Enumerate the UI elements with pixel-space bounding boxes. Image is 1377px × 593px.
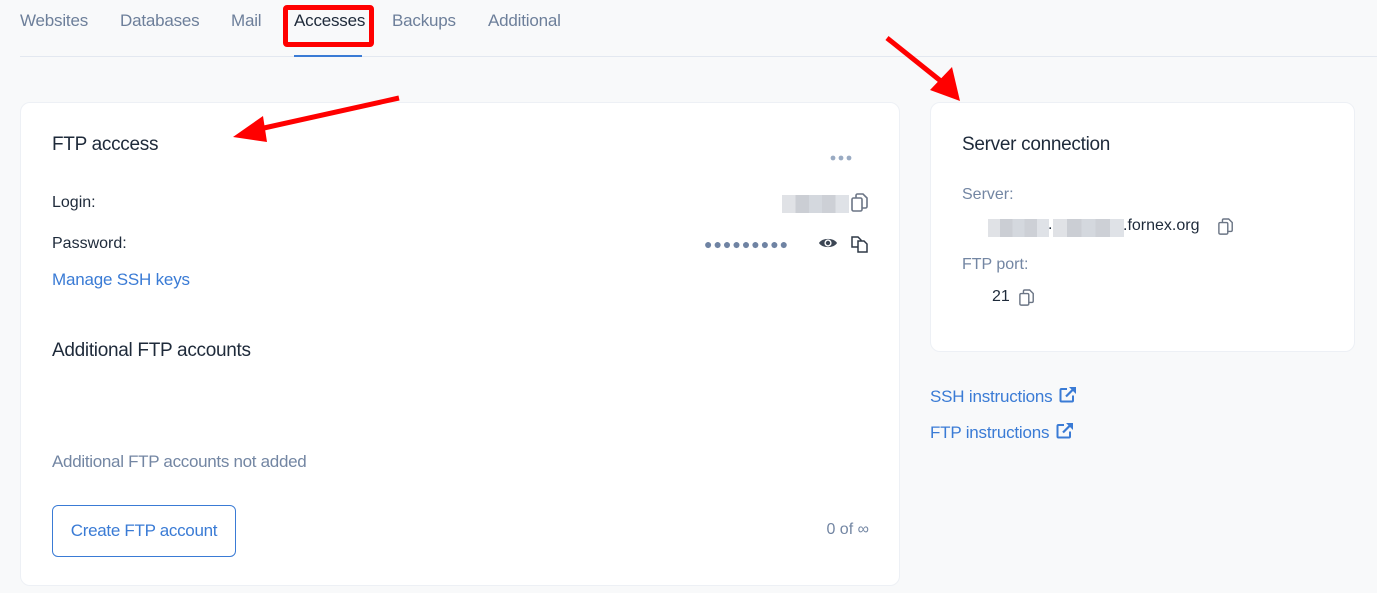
ssh-instructions-label: SSH instructions xyxy=(930,387,1053,406)
ftp-access-title: FTP acccess xyxy=(52,134,159,155)
copy-icon[interactable] xyxy=(851,193,869,218)
accounts-counter: 0 of ∞ xyxy=(826,521,869,538)
tab-backups[interactable]: Backups xyxy=(392,10,456,32)
annotation-highlight-box xyxy=(283,5,374,47)
server-separator: . xyxy=(1048,216,1053,233)
additional-ftp-title: Additional FTP accounts xyxy=(52,340,251,361)
ftp-access-card: FTP acccess Login: Password: ●●●●●●●●● M… xyxy=(20,102,900,586)
server-host-redacted-1 xyxy=(988,219,1049,237)
ftp-instructions-label: FTP instructions xyxy=(930,423,1050,442)
tab-additional[interactable]: Additional xyxy=(488,10,561,32)
server-connection-card: Server connection Server: . .fornex.org … xyxy=(930,102,1355,352)
annotation-arrow-server xyxy=(885,36,960,101)
empty-accounts-text: Additional FTP accounts not added xyxy=(52,452,307,471)
copy-server-icon[interactable] xyxy=(1218,218,1234,241)
more-horizontal-icon[interactable] xyxy=(829,149,853,167)
server-connection-title: Server connection xyxy=(962,134,1111,155)
manage-ssh-keys-link[interactable]: Manage SSH keys xyxy=(52,270,190,290)
ssh-instructions-link[interactable]: SSH instructions xyxy=(930,385,1077,408)
server-domain-suffix: .fornex.org xyxy=(1123,217,1200,234)
tab-websites[interactable]: Websites xyxy=(20,10,88,32)
create-ftp-account-button[interactable]: Create FTP account xyxy=(52,505,236,557)
external-link-icon xyxy=(1056,422,1074,444)
server-label: Server: xyxy=(962,186,1014,203)
tab-mail[interactable]: Mail xyxy=(231,10,262,32)
external-link-icon xyxy=(1059,386,1077,408)
copy-password-icon[interactable] xyxy=(850,234,870,259)
ftp-port-value: 21 xyxy=(992,288,1010,305)
server-host-redacted-2 xyxy=(1053,219,1124,237)
eye-icon[interactable] xyxy=(818,236,838,255)
login-label: Login: xyxy=(52,194,96,211)
copy-port-icon[interactable] xyxy=(1019,289,1035,312)
active-tab-indicator xyxy=(294,55,362,57)
login-value-redacted xyxy=(782,195,849,213)
ftp-instructions-link[interactable]: FTP instructions xyxy=(930,421,1074,444)
annotation-arrow-ftp xyxy=(233,95,400,142)
tab-databases[interactable]: Databases xyxy=(120,10,200,32)
password-mask: ●●●●●●●●● xyxy=(704,236,790,252)
password-label: Password: xyxy=(52,235,127,252)
tab-bar: Websites Databases Mail Accesses Backups… xyxy=(20,0,1377,57)
ftp-port-label: FTP port: xyxy=(962,256,1029,273)
